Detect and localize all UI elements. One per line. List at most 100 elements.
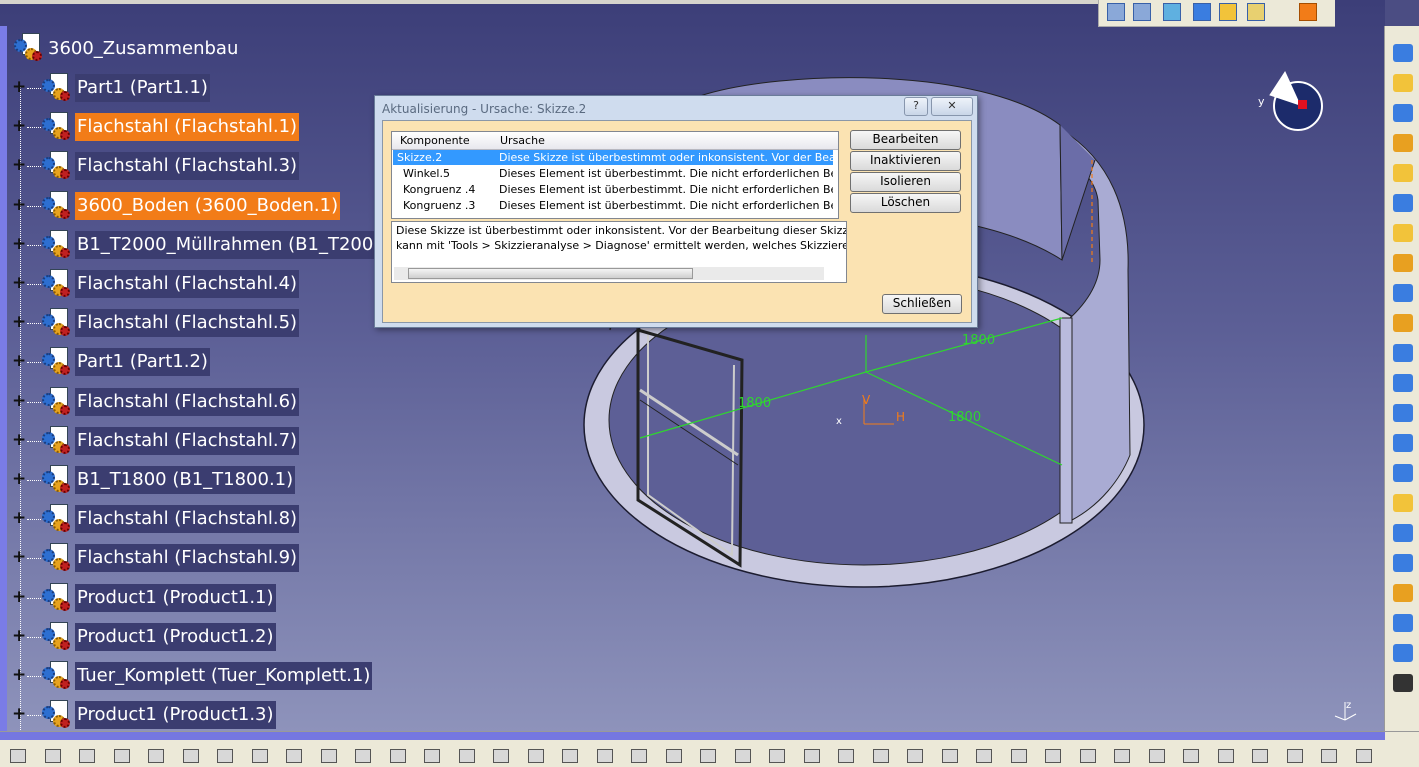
expand-icon[interactable]: + (12, 79, 26, 96)
fillet-icon[interactable] (1393, 194, 1413, 212)
expand-icon[interactable]: + (12, 353, 26, 370)
tree-node-label[interactable]: Flachstahl (Flachstahl.5) (75, 309, 300, 338)
thread-icon[interactable] (1393, 344, 1413, 362)
undo-icon[interactable] (251, 749, 268, 763)
snap-to-icon[interactable] (1079, 749, 1096, 763)
expand-icon[interactable]: + (12, 549, 26, 566)
rib-icon[interactable] (1393, 374, 1413, 392)
scrollbar-thumb[interactable] (408, 268, 693, 279)
iso-view-icon[interactable] (803, 749, 820, 763)
scale-icon[interactable] (1393, 524, 1413, 542)
analysis-icon[interactable] (1393, 614, 1413, 632)
expand-icon[interactable]: + (12, 667, 26, 684)
slot-icon[interactable] (1393, 404, 1413, 422)
paste-icon[interactable] (217, 749, 233, 763)
tree-node-label[interactable]: B1_T1800 (B1_T1800.1) (75, 466, 296, 494)
expand-icon[interactable]: + (12, 157, 26, 174)
tree-node-label[interactable]: Part1 (Part1.1) (75, 74, 210, 102)
close-dialog-button[interactable]: Schließen (882, 294, 962, 314)
tree-node-label[interactable]: Flachstahl (Flachstahl.8) (75, 505, 300, 534)
print-icon[interactable] (113, 749, 130, 763)
tree-node-label[interactable]: Product1 (Product1.1) (75, 583, 276, 612)
render-style-icon[interactable] (1247, 3, 1265, 21)
save-icon[interactable] (1393, 674, 1413, 692)
rotate-icon[interactable] (665, 749, 682, 763)
expand-icon[interactable]: + (12, 275, 26, 292)
expand-icon[interactable]: + (12, 196, 26, 213)
expand-icon[interactable]: + (12, 118, 26, 135)
sketch-icon[interactable] (1217, 749, 1234, 763)
section-icon[interactable] (1183, 749, 1199, 763)
expand-icon[interactable]: + (12, 588, 26, 605)
expand-icon[interactable]: + (12, 510, 26, 527)
catalog-icon[interactable] (389, 749, 406, 763)
snap-icon[interactable] (1393, 644, 1413, 662)
shading-icon[interactable] (1219, 3, 1237, 21)
law-icon[interactable] (493, 749, 509, 763)
settings-icon[interactable] (527, 749, 544, 763)
cube-icon[interactable] (1193, 3, 1211, 21)
tree-node-label[interactable]: Flachstahl (Flachstahl.4) (75, 270, 300, 298)
new-icon[interactable] (10, 749, 26, 763)
column-component[interactable]: Komponente (400, 134, 470, 147)
tree-node-label[interactable]: B1_T2000_Müllrahmen (B1_T2000_ (75, 230, 396, 259)
compass-widget[interactable]: y (1258, 70, 1323, 131)
tree-node-label[interactable]: Tuer_Komplett (Tuer_Komplett.1) (75, 662, 373, 690)
tree-node-label[interactable]: Flachstahl (Flachstahl.7) (75, 426, 300, 455)
expand-icon[interactable]: + (12, 314, 26, 331)
tree-node-label[interactable]: Part1 (Part1.2) (75, 348, 210, 377)
pad-icon[interactable] (1393, 74, 1413, 92)
snap-icon[interactable] (562, 749, 578, 763)
bom-icon[interactable] (1114, 749, 1130, 763)
tree-node-label[interactable]: Flachstahl (Flachstahl.6) (75, 387, 300, 416)
stiffener-icon[interactable] (1393, 434, 1413, 452)
draft-icon[interactable] (1393, 254, 1413, 272)
space-icon[interactable] (941, 749, 958, 763)
pan-icon[interactable] (1133, 3, 1151, 21)
fit-all-icon[interactable] (1107, 3, 1125, 21)
list-row[interactable]: Winkel.5 Dieses Element ist überbestimmt.… (393, 166, 833, 181)
close-icon[interactable] (1355, 749, 1372, 763)
constraint-icon[interactable] (1393, 134, 1413, 152)
tree-node-label[interactable]: Product1 (Product1.2) (75, 622, 276, 651)
isolate-button[interactable]: Isolieren (850, 172, 961, 192)
sketch-icon[interactable] (1393, 44, 1413, 62)
expand-icon[interactable]: + (12, 235, 26, 252)
list-row[interactable]: Kongruenz .3 Dieses Element ist überbesti… (393, 198, 833, 213)
pan-icon[interactable] (631, 749, 647, 763)
copy-icon[interactable] (182, 749, 199, 763)
cause-list[interactable]: Komponente Ursache Skizze.2 Diese Skizze … (391, 131, 839, 219)
pocket-icon[interactable] (1393, 164, 1413, 182)
swap-icon[interactable] (907, 749, 923, 763)
horizontal-scrollbar[interactable] (394, 267, 824, 280)
help-button[interactable]: ? (904, 97, 928, 116)
mirror-icon[interactable] (1393, 464, 1413, 482)
fit-icon[interactable] (596, 749, 613, 763)
edit-button[interactable]: Bearbeiten (850, 130, 961, 150)
expand-icon[interactable]: + (12, 627, 26, 644)
chamfer-icon[interactable] (1393, 224, 1413, 242)
publish-icon[interactable] (1252, 749, 1268, 763)
measure-icon[interactable] (976, 749, 992, 763)
tree-node-label[interactable]: Flachstahl (Flachstahl.9) (75, 544, 300, 573)
render-icon[interactable] (1321, 749, 1337, 763)
expand-icon[interactable]: + (12, 431, 26, 448)
tree-node-label[interactable]: Flachstahl (Flachstahl.1) (75, 113, 300, 142)
hole-icon[interactable] (1393, 314, 1413, 332)
manipulate-icon[interactable] (1045, 749, 1061, 763)
shading-icon[interactable] (838, 749, 854, 763)
table-icon[interactable] (458, 749, 475, 763)
description-box[interactable]: Diese Skizze ist überbestimmt oder inkon… (391, 221, 847, 283)
tree-node-label[interactable]: 3600_Boden (3600_Boden.1) (75, 191, 341, 220)
measure-icon[interactable] (1393, 584, 1413, 602)
zoom-out-icon[interactable] (734, 749, 751, 763)
open-icon[interactable] (44, 749, 61, 763)
column-cause[interactable]: Ursache (500, 134, 545, 147)
expand-icon[interactable]: + (12, 392, 26, 409)
clash-icon[interactable] (1148, 749, 1165, 763)
expand-icon[interactable]: + (12, 471, 26, 488)
cut-icon[interactable] (148, 749, 164, 763)
pattern-icon[interactable] (1393, 494, 1413, 512)
rotate-icon[interactable] (1163, 3, 1181, 21)
expand-icon[interactable]: + (12, 706, 26, 723)
